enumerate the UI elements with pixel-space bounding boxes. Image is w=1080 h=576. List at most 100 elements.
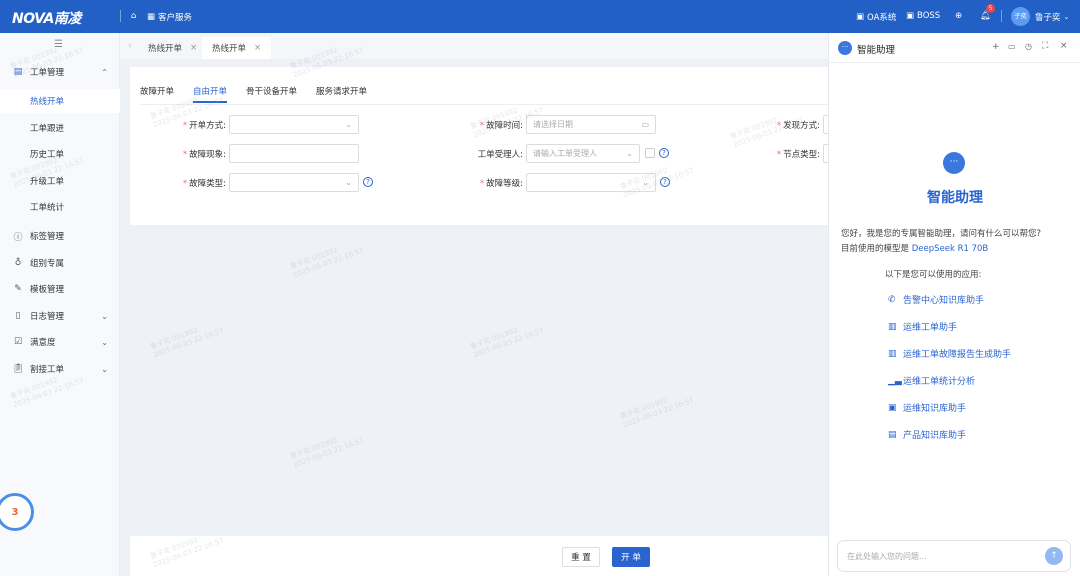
page-tab[interactable]: 热线开单 × <box>138 37 207 59</box>
assistant-hero-icon: ··· <box>943 152 965 174</box>
info-icon: ⓘ <box>13 232 23 243</box>
home-icon[interactable]: ⌂ <box>131 11 136 21</box>
sidebar-item-hotline[interactable]: 热线开单 <box>0 89 120 113</box>
boss-link[interactable]: ▣ BOSS <box>906 11 940 21</box>
fault-time-datepicker[interactable]: 请选择日期 ▭ <box>526 115 656 134</box>
watermark: 鲁子奕 001992 2025-06-03 22:16:57 <box>469 326 545 360</box>
avatar[interactable]: 子奕 <box>1011 7 1030 26</box>
notification-badge: 5 <box>986 4 995 13</box>
tab-free[interactable]: 自由开单 <box>193 85 227 97</box>
help-icon[interactable]: ? <box>363 177 373 187</box>
download-icon[interactable]: ⊕ <box>955 11 962 21</box>
app-menu[interactable]: ▦ 客户服务 <box>147 11 192 23</box>
user-menu[interactable]: 鲁子奕 ⌄ <box>1035 11 1069 23</box>
sidebar-item-label: 组别专属 <box>30 259 65 269</box>
sidebar-item-label: 升级工单 <box>30 177 65 187</box>
oa-link[interactable]: ▣ OA系统 <box>856 11 896 23</box>
reset-button[interactable]: 重 置 <box>562 547 600 567</box>
assistant-logo-icon: ··· <box>838 41 852 55</box>
nova-logo[interactable]: NOVA南凌 <box>12 8 81 28</box>
oa-label: OA系统 <box>867 13 897 23</box>
monitor-icon: ▣ <box>906 11 915 21</box>
sidebar-item-cutover[interactable]: 📋︎ 割接工单 ⌄ <box>0 357 120 381</box>
tab-fault[interactable]: 故障开单 <box>140 85 174 97</box>
fullscreen-icon[interactable]: ⛶ <box>1042 41 1048 51</box>
chevron-down-icon: ⌄ <box>626 149 633 158</box>
fault-type-select[interactable]: ⌄ <box>229 173 359 192</box>
assistant-title: 智能助理 <box>857 45 896 56</box>
sidebar-item-template[interactable]: ✎ 模板管理 <box>0 277 120 301</box>
chevron-left-icon[interactable]: ‹ <box>128 41 132 51</box>
tab-service-request[interactable]: 服务请求开单 <box>316 85 367 97</box>
sidebar-item-log[interactable]: ▯ 日志管理 ⌄ <box>0 304 120 328</box>
discover-method-label: * 发现方式: <box>776 121 820 131</box>
form-footer <box>130 536 828 576</box>
fault-type-label: * 故障类型: <box>182 179 226 189</box>
history-icon[interactable]: ◷ <box>1025 42 1032 51</box>
sidebar-item-follow[interactable]: 工单跟进 <box>0 116 120 140</box>
fault-level-select[interactable]: ⌄ <box>526 173 656 192</box>
assignee-select[interactable]: 请输入工单受理人 ⌄ <box>526 144 640 163</box>
sidebar-item-tags[interactable]: ⓘ 标签管理 <box>0 224 120 248</box>
help-icon[interactable]: ? <box>660 177 670 187</box>
divider <box>120 10 121 22</box>
model-name: DeepSeek R1 70B <box>911 244 989 254</box>
chevron-down-icon: ⌄ <box>1063 13 1070 21</box>
menu-collapse-icon[interactable]: ☰ <box>54 39 63 50</box>
send-arrow-icon[interactable]: ↑ <box>1045 547 1063 565</box>
app-alarm-kb[interactable]: ✆ 告警中心知识库助手 <box>888 293 984 307</box>
sidebar-item-label: 热线开单 <box>30 97 65 107</box>
chevron-down-icon: ⌄ <box>345 178 352 187</box>
calendar-icon: ▭ <box>641 120 649 129</box>
assistant-input[interactable]: 在此处输入您的问题... ↑ <box>837 540 1071 572</box>
assistant-greeting: 您好，我是您的专属智能助理，请问有什么可以帮您? <box>841 229 1042 239</box>
sidebar-item-group[interactable]: ♁ 组别专属 <box>0 251 120 275</box>
plus-icon[interactable]: + <box>992 42 1000 52</box>
sidebar-item-label: 工单跟进 <box>30 124 65 134</box>
node-type-label: * 节点类型: <box>776 150 820 160</box>
divider <box>1001 10 1002 22</box>
app-fault-report[interactable]: ▥ 运维工单故障报告生成助手 <box>888 347 1011 361</box>
building-icon: ▥ <box>888 348 897 359</box>
sidebar-item-history[interactable]: 历史工单 <box>0 142 120 166</box>
tab-label: 热线开单 <box>212 44 247 54</box>
close-icon[interactable]: × <box>254 43 261 53</box>
app-ops-kb[interactable]: ▣ 运维知识库助手 <box>888 401 966 415</box>
sidebar-item-label: 割接工单 <box>30 365 65 375</box>
watermark: 鲁子奕 001992 2025-06-03 22:16:57 <box>289 436 365 470</box>
whatsapp-icon: ✆ <box>888 294 896 305</box>
ticket-icon: ▤ <box>13 67 23 77</box>
chevron-down-icon: ⌄ <box>101 311 108 321</box>
tab-backbone[interactable]: 骨干设备开单 <box>246 85 297 97</box>
close-icon[interactable]: × <box>1060 41 1068 51</box>
assignee-checkbox[interactable] <box>645 148 655 158</box>
page-tab-active[interactable]: 热线开单 × <box>202 37 272 59</box>
help-icon[interactable]: ? <box>659 148 669 158</box>
boss-label: BOSS <box>917 11 941 21</box>
award-icon: ♁ <box>14 258 22 268</box>
active-tab-underline <box>193 101 227 103</box>
book-square-icon: ▣ <box>888 402 897 413</box>
app-product-kb[interactable]: ▤ 产品知识库助手 <box>888 428 966 442</box>
close-icon[interactable]: × <box>190 43 197 53</box>
app-ticket-stats[interactable]: ▁▃ 运维工单统计分析 <box>888 374 975 388</box>
sidebar-toggle-icon[interactable]: ▭ <box>1008 42 1016 51</box>
assistant-hero-title: 智能助理 <box>927 190 983 206</box>
fault-symptom-input[interactable] <box>229 144 359 163</box>
assistant-input-placeholder: 在此处输入您的问题... <box>847 552 927 561</box>
bar-chart-icon: ▁▃ <box>888 375 902 386</box>
sidebar-item-label: 日志管理 <box>30 312 65 322</box>
top-header: NOVA南凌 ⌂ ▦ 客户服务 ▣ OA系统 ▣ BOSS ⊕ 🔔︎ 5 子奕 鲁子奕… <box>0 0 1080 33</box>
submit-button[interactable]: 开 单 <box>612 547 650 567</box>
app-ops-ticket[interactable]: ▥ 运维工单助手 <box>888 320 957 334</box>
open-method-select[interactable]: ⌄ <box>229 115 359 134</box>
sidebar-item-label: 工单统计 <box>30 203 65 213</box>
floating-chat-button[interactable]: 3 <box>0 493 34 531</box>
sidebar-item-upgrade[interactable]: 升级工单 <box>0 169 120 193</box>
sidebar-item-ticket-mgmt[interactable]: ▤ 工单管理 ⌃ <box>0 60 120 84</box>
sidebar-item-satisfaction[interactable]: ☑ 满意度 ⌄ <box>0 330 120 354</box>
sidebar-item-stats[interactable]: 工单统计 <box>0 195 120 219</box>
sidebar-item-label: 标签管理 <box>30 232 65 242</box>
model-line: 目前使用的模型是 DeepSeek R1 70B <box>841 244 989 254</box>
sidebar: ☰ ▤ 工单管理 ⌃ 热线开单 工单跟进 历史工单 升级工单 工单统计 ⓘ 标签管理 … <box>0 33 120 576</box>
